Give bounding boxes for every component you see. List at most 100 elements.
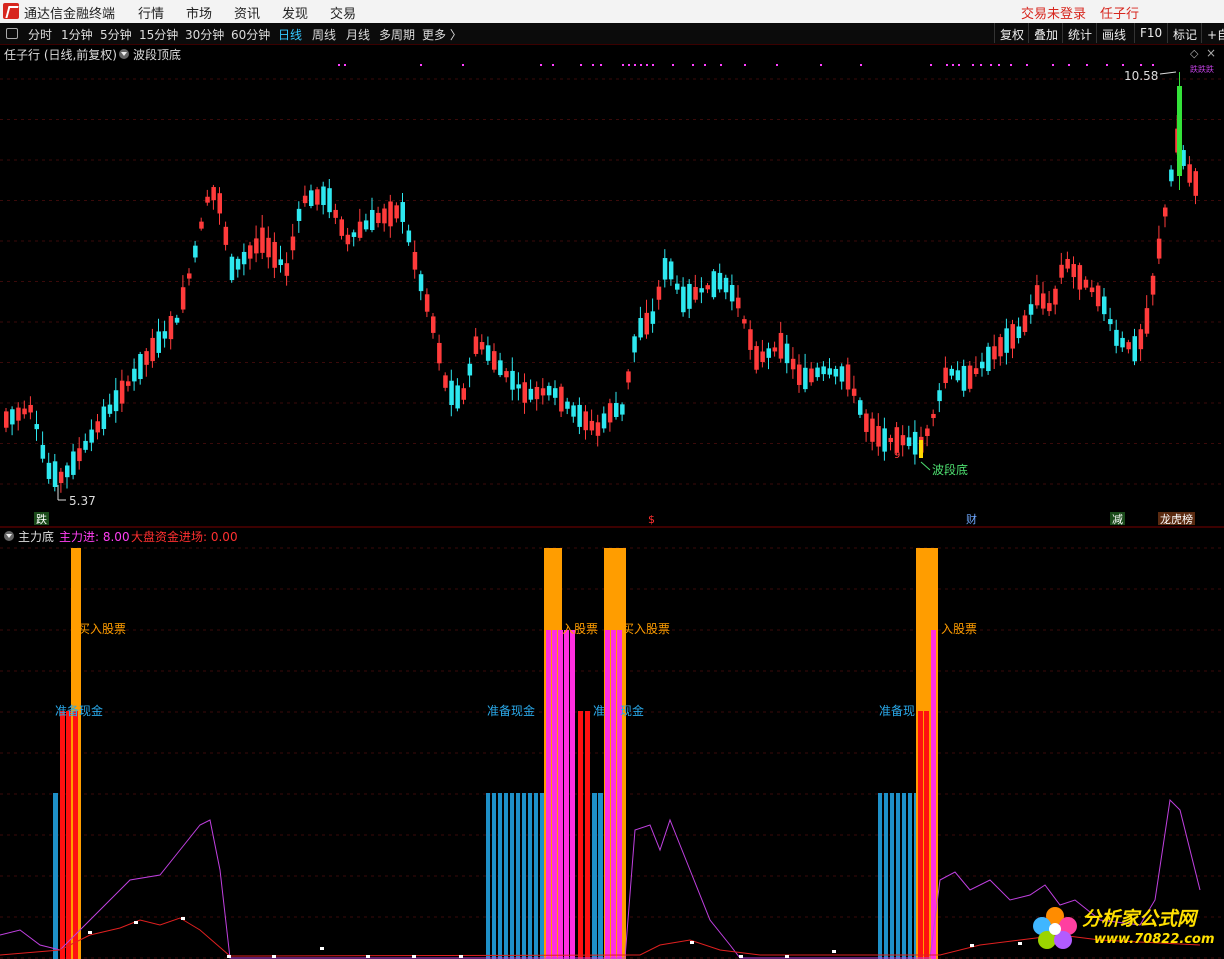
candle-body <box>272 241 277 268</box>
candle-body <box>681 286 686 313</box>
signal-dot <box>634 64 636 66</box>
candle-body <box>784 343 790 364</box>
candle-body <box>223 226 229 245</box>
candle-body <box>845 364 851 390</box>
blue-bar <box>522 793 526 959</box>
signal-dot <box>776 64 778 66</box>
red-bar <box>60 711 65 959</box>
candle-body <box>254 238 259 254</box>
flow-marker <box>739 955 743 958</box>
candle-body <box>925 428 930 437</box>
candle-body <box>473 336 479 354</box>
candle-body <box>168 315 174 340</box>
flow-marker <box>272 955 276 958</box>
candle-body <box>229 256 235 281</box>
candle-body <box>1041 293 1046 309</box>
magenta-bar <box>558 630 563 959</box>
candle-body <box>742 319 747 324</box>
event-marker-2: 财 <box>966 512 977 526</box>
candle-body <box>187 273 192 279</box>
candle-body <box>723 277 729 293</box>
candle-body <box>394 205 399 219</box>
blue-bar <box>908 793 912 959</box>
candle-body <box>943 367 948 384</box>
candle-body <box>241 251 247 265</box>
candle-body <box>839 366 845 382</box>
buy-stock-label: 入股票 <box>562 622 598 636</box>
candle-body <box>961 365 967 391</box>
candle-body <box>717 272 723 290</box>
candle-body <box>1095 285 1101 307</box>
candle-body <box>821 366 826 375</box>
signal-dot <box>1010 64 1012 66</box>
blue-bar <box>534 793 538 959</box>
candle-body <box>83 440 88 450</box>
candle-body <box>400 202 405 222</box>
red-bar <box>578 711 583 959</box>
top-marker-label: 跌跌跌 <box>1190 64 1214 74</box>
candle-body <box>559 386 564 412</box>
signal-dot <box>958 64 960 66</box>
signal-dot <box>1052 64 1054 66</box>
candle-body <box>156 331 161 353</box>
blue-bar <box>902 793 906 959</box>
candle-body <box>443 375 448 388</box>
signal-dot <box>592 64 594 66</box>
candle-body <box>778 332 784 359</box>
candle-body <box>22 408 27 415</box>
flow-marker <box>832 950 836 953</box>
candle-body <box>65 465 70 478</box>
candle-body <box>449 380 454 406</box>
candle-body <box>583 411 588 431</box>
candle-body <box>882 428 887 452</box>
upper-indicator-name[interactable]: 波段顶底 <box>133 46 181 63</box>
candle-body <box>949 368 954 376</box>
candle-body <box>870 418 875 442</box>
candle-body <box>455 385 460 409</box>
signal-dot <box>704 64 706 66</box>
candle-body <box>382 208 387 224</box>
chart-canvas[interactable]: 10.585.37波段底9跌跌跌跌 $ 财减龙虎榜◇ ×买入股票准备现金 准备现金入股票… <box>0 0 1224 959</box>
candle-body <box>790 358 796 370</box>
candle-body <box>504 371 509 378</box>
candle-body <box>1022 315 1028 332</box>
candle-body <box>260 227 265 253</box>
flow-marker <box>412 955 416 958</box>
buy-stock-label: 买入股票 <box>622 622 670 636</box>
candle-body <box>58 471 64 484</box>
candle-body <box>1089 287 1095 293</box>
candle-body <box>46 462 52 479</box>
signal-dot <box>720 64 722 66</box>
candle-body <box>1193 171 1198 196</box>
candle-body <box>1150 275 1156 295</box>
candle-body <box>900 435 906 446</box>
indicator-dropdown-icon[interactable] <box>119 49 129 59</box>
signal-dot <box>1068 64 1070 66</box>
buy-stock-label: 入股票 <box>941 622 977 636</box>
candle-body <box>510 370 515 390</box>
candle-body <box>748 329 753 350</box>
candle-body <box>266 237 271 258</box>
candle-body <box>485 345 491 361</box>
candle-body <box>248 245 253 259</box>
candle-body <box>693 286 698 300</box>
main-inflow-label: 主力进: 8.00 <box>59 530 130 544</box>
candle-body <box>119 380 125 404</box>
blue-bar <box>510 793 514 959</box>
candle-body <box>1108 319 1113 325</box>
candle-body <box>1028 304 1034 315</box>
candle-body <box>632 336 637 353</box>
candle-body <box>827 368 832 375</box>
candle-body <box>284 263 290 276</box>
candle-body <box>553 388 558 398</box>
lower-indicator-dropdown-icon[interactable] <box>4 531 14 541</box>
market-inflow-label: 大盘资金进场: 0.00 <box>131 530 238 544</box>
candle-body <box>833 368 839 377</box>
lower-chart-title[interactable]: 主力底 <box>18 528 54 545</box>
diamond-icon: ◇ <box>1190 47 1199 60</box>
candle-body <box>1059 264 1064 278</box>
candle-body <box>309 190 314 207</box>
candle-body <box>95 421 100 433</box>
candle-body <box>1053 288 1058 305</box>
signal-dot <box>540 64 542 66</box>
